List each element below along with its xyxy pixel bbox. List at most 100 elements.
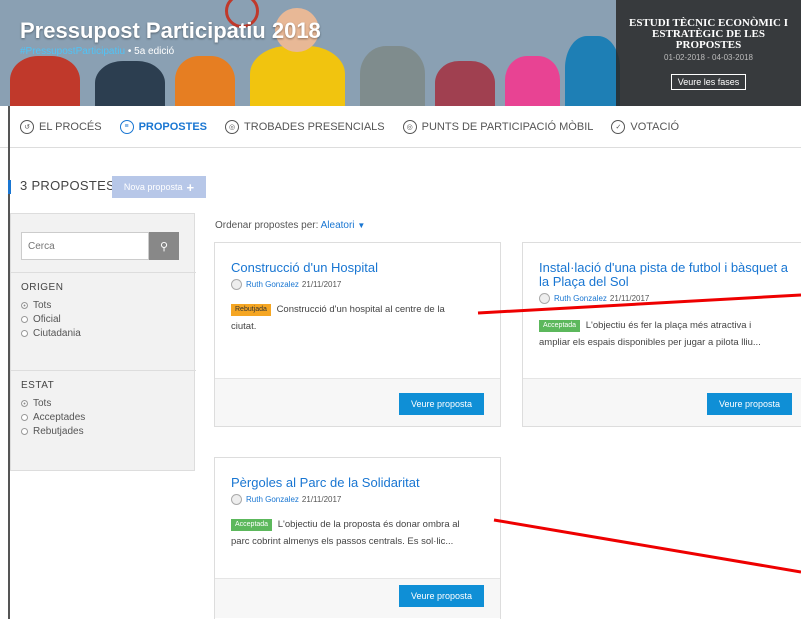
summary-line: L'objectiu és fer la plaça més atractiva… — [585, 320, 752, 331]
tab-label: TROBADES PRESENCIALS — [244, 120, 385, 133]
hero-illustration — [250, 46, 345, 106]
status-option-rejected[interactable]: Rebutjades — [21, 426, 85, 437]
proposal-title[interactable]: Pèrgoles al Parc de la Solidaritat — [231, 476, 492, 490]
process-icon: ↺ — [20, 119, 34, 134]
tab-mobile-points[interactable]: ◎ PUNTS DE PARTICIPACIÓ MÒBIL — [402, 119, 594, 134]
tab-proposals[interactable]: ≡ PROPOSTES — [119, 119, 207, 134]
author-name[interactable]: Ruth Gonzalez — [246, 495, 299, 504]
tab-label: VOTACIÓ — [630, 120, 680, 133]
avatar — [231, 494, 242, 505]
annotation-line — [493, 518, 801, 574]
origin-title: ORIGEN — [21, 282, 64, 293]
status-title: ESTAT — [21, 380, 55, 391]
hero-subtitle: #PressupostParticipatiu • 5a edició — [20, 46, 174, 57]
origin-option-citizens[interactable]: Ciutadania — [21, 328, 81, 339]
tab-vote[interactable]: ✓ VOTACIÓ — [611, 119, 680, 134]
meetings-icon: ◎ — [225, 119, 240, 134]
radio[interactable] — [21, 316, 28, 323]
option-label: Oficial — [33, 314, 61, 325]
option-label: Tots — [33, 300, 52, 311]
title-line: Instal·lació d'una pista de futbol i bàs… — [539, 260, 788, 275]
new-proposal-button[interactable]: Nova proposta + — [112, 176, 206, 198]
phase-title: ESTUDI TÈCNIC ECONÒMIC I ESTRATÈGIC DE L… — [628, 17, 789, 51]
proposals-count: 3 PROPOSTES — [20, 178, 116, 193]
hero-illustration — [360, 46, 425, 106]
proposal-title[interactable]: Instal·lació d'una pista de futbol i bàs… — [539, 261, 801, 289]
sort-label: Ordenar propostes per: — [215, 220, 319, 231]
option-label: Rebutjades — [33, 426, 84, 437]
summary-line: Construcció d'un hospital al centre de l… — [276, 304, 445, 315]
hero-illustration — [175, 56, 235, 106]
tab-process[interactable]: ↺ EL PROCÉS — [20, 119, 102, 134]
radio[interactable] — [21, 400, 28, 407]
hashtag-link[interactable]: #PressupostParticipatiu — [20, 46, 125, 57]
search-input[interactable] — [21, 232, 149, 260]
sort-dropdown[interactable]: Aleatori — [321, 220, 355, 231]
filter-sidebar: ⚲ ORIGEN Tots Oficial Ciutadania ESTAT T… — [10, 213, 196, 471]
view-phases-button[interactable]: Veure les fases — [670, 74, 747, 90]
page: Pressupost Participatiu 2018 #Pressupost… — [0, 0, 801, 619]
radio[interactable] — [21, 414, 28, 421]
search-box: ⚲ — [21, 232, 179, 260]
hero-illustration — [10, 56, 80, 106]
tab-label: PUNTS DE PARTICIPACIÓ MÒBIL — [421, 120, 594, 133]
vote-icon: ✓ — [611, 119, 626, 134]
card-footer: Veure proposta — [215, 578, 500, 618]
radio[interactable] — [21, 428, 28, 435]
radio[interactable] — [21, 302, 28, 309]
page-title: Pressupost Participatiu 2018 — [20, 18, 321, 43]
author-name[interactable]: Ruth Gonzalez — [246, 280, 299, 289]
mobile-points-icon: ◎ — [402, 119, 417, 134]
summary-line: parc cobrint almenys els passos centrals… — [231, 536, 454, 547]
summary-line: ampliar els espais disponibles per jugar… — [539, 337, 761, 348]
radio[interactable] — [21, 330, 28, 337]
card-footer: Veure proposta — [215, 378, 500, 426]
new-proposal-label: Nova proposta — [123, 182, 183, 192]
status-option-accepted[interactable]: Acceptades — [21, 412, 85, 423]
status-option-all[interactable]: Tots — [21, 398, 85, 409]
option-label: Acceptades — [33, 412, 86, 423]
search-button[interactable]: ⚲ — [149, 232, 179, 260]
proposal-card: Construcció d'un Hospital Ruth Gonzalez … — [214, 242, 501, 427]
edition-label: 5a edició — [134, 46, 175, 57]
avatar — [231, 279, 242, 290]
proposal-author: Ruth Gonzalez 21/11/2017 — [231, 279, 341, 290]
view-proposal-button[interactable]: Veure proposta — [399, 393, 484, 415]
origin-option-all[interactable]: Tots — [21, 300, 81, 311]
tab-meetings[interactable]: ◎ TROBADES PRESENCIALS — [225, 119, 385, 134]
proposal-summary: Acceptada L'objectiu és fer la plaça més… — [539, 317, 799, 351]
proposal-summary: Acceptada L'objectiu de la proposta és d… — [231, 516, 490, 550]
search-icon: ⚲ — [159, 240, 169, 253]
hero-illustration — [95, 61, 165, 106]
phase-dates: 01-02-2018 - 04-03-2018 — [664, 53, 753, 62]
section-marker — [8, 180, 11, 194]
proposals-icon: ≡ — [119, 119, 134, 134]
status-badge: Acceptada — [231, 519, 273, 531]
caret-down-icon[interactable]: ▼ — [357, 221, 365, 230]
view-proposal-button[interactable]: Veure proposta — [399, 585, 484, 607]
summary-line: L'objectiu de la proposta és donar ombra… — [277, 519, 460, 530]
card-footer: Veure proposta — [523, 378, 801, 426]
title-line: la Plaça del Sol — [539, 274, 629, 289]
proposal-author: Ruth Gonzalez 21/11/2017 — [231, 494, 341, 505]
status-filter: ESTAT Tots Acceptades Rebutjades — [21, 380, 85, 440]
status-badge: Rebutjada — [231, 304, 271, 316]
divider — [11, 272, 196, 273]
tab-label: EL PROCÉS — [39, 120, 102, 133]
author-name[interactable]: Ruth Gonzalez — [554, 294, 607, 303]
option-label: Tots — [33, 398, 52, 409]
origin-option-official[interactable]: Oficial — [21, 314, 81, 325]
hero-illustration — [565, 36, 620, 106]
summary-line: ciutat. — [231, 321, 257, 332]
proposal-date: 21/11/2017 — [301, 280, 342, 289]
view-proposal-button[interactable]: Veure proposta — [707, 393, 792, 415]
hero-banner: Pressupost Participatiu 2018 #Pressupost… — [0, 0, 801, 106]
avatar — [539, 293, 550, 304]
status-badge: Acceptada — [539, 320, 581, 332]
sort-control: Ordenar propostes per: Aleatori ▼ — [215, 220, 365, 231]
proposal-card: Pèrgoles al Parc de la Solidaritat Ruth … — [214, 457, 501, 619]
hero-illustration — [435, 61, 495, 106]
proposal-date: 21/11/2017 — [301, 495, 342, 504]
separator: • — [127, 46, 132, 57]
proposal-title[interactable]: Construcció d'un Hospital — [231, 261, 492, 275]
